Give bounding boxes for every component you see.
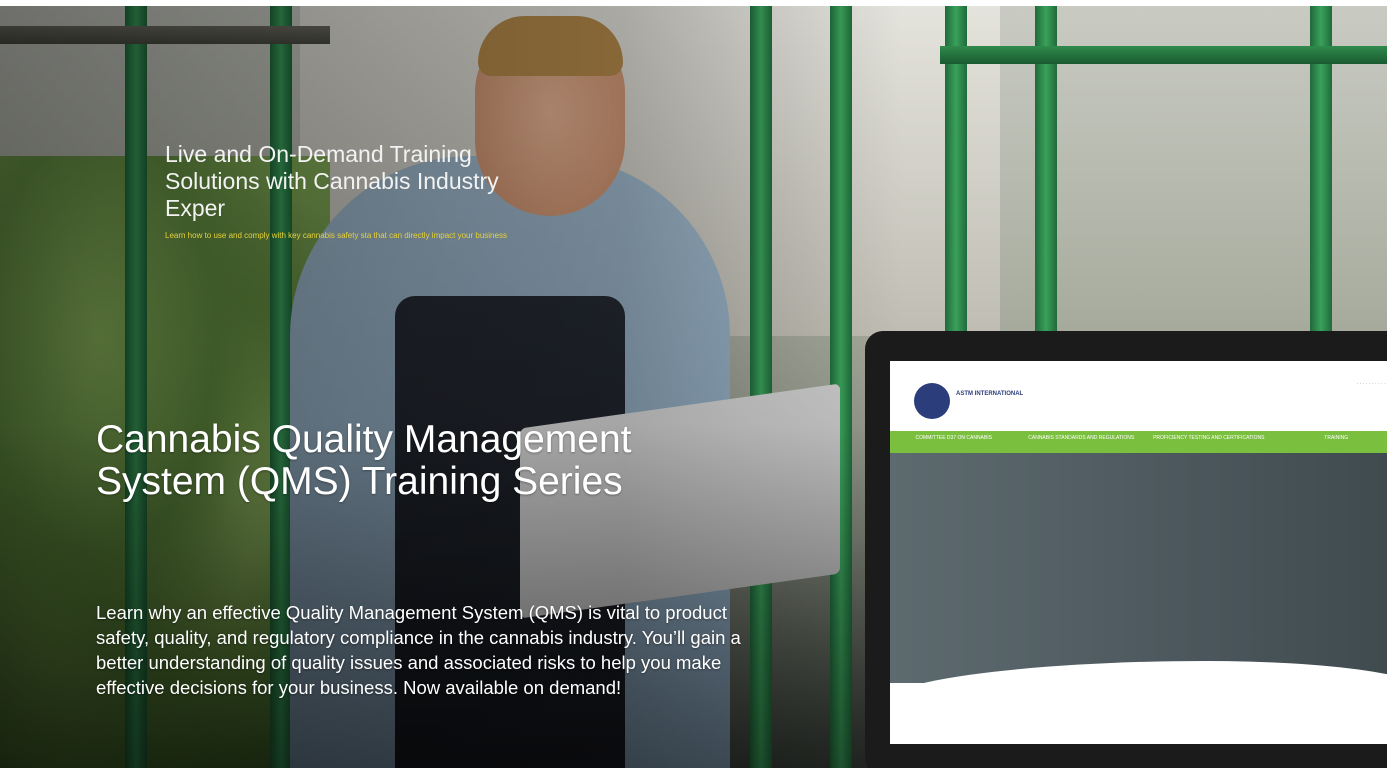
site-name: ASTM INTERNATIONAL xyxy=(956,391,1024,397)
laptop-screen: ASTM INTERNATIONAL · · · · · · · · · · ·… xyxy=(890,361,1387,744)
site-banner-subtitle: Learn how to use and comply with key can… xyxy=(165,231,507,240)
laptop-mockup: ASTM INTERNATIONAL · · · · · · · · · · ·… xyxy=(865,331,1387,768)
site-nav-item: CANNABIS STANDARDS AND REGULATIONS xyxy=(1028,435,1135,441)
astm-logo-icon xyxy=(914,383,950,419)
site-nav-item: COMMITTEE D37 ON CANNABIS xyxy=(915,435,992,441)
utility-links: · · · · · · · · · · · · xyxy=(1356,381,1387,387)
site-header: ASTM INTERNATIONAL · · · · · · · · · · ·… xyxy=(890,361,1387,429)
site-nav-item: PROFICIENCY TESTING AND CERTIFICATIONS xyxy=(1153,435,1265,441)
site-banner-title: Live and On-Demand Training Solutions wi… xyxy=(165,141,499,221)
site-banner xyxy=(890,453,1387,683)
hero-title: Cannabis Quality Management System (QMS)… xyxy=(96,418,632,503)
hero-banner: ASTM INTERNATIONAL · · · · · · · · · · ·… xyxy=(0,6,1387,768)
site-nav-item: TRAINING xyxy=(1324,435,1349,441)
hero-description: Learn why an effective Quality Managemen… xyxy=(96,602,741,698)
site-nav: COMMITTEE D37 ON CANNABIS CANNABIS STAND… xyxy=(890,431,1387,453)
